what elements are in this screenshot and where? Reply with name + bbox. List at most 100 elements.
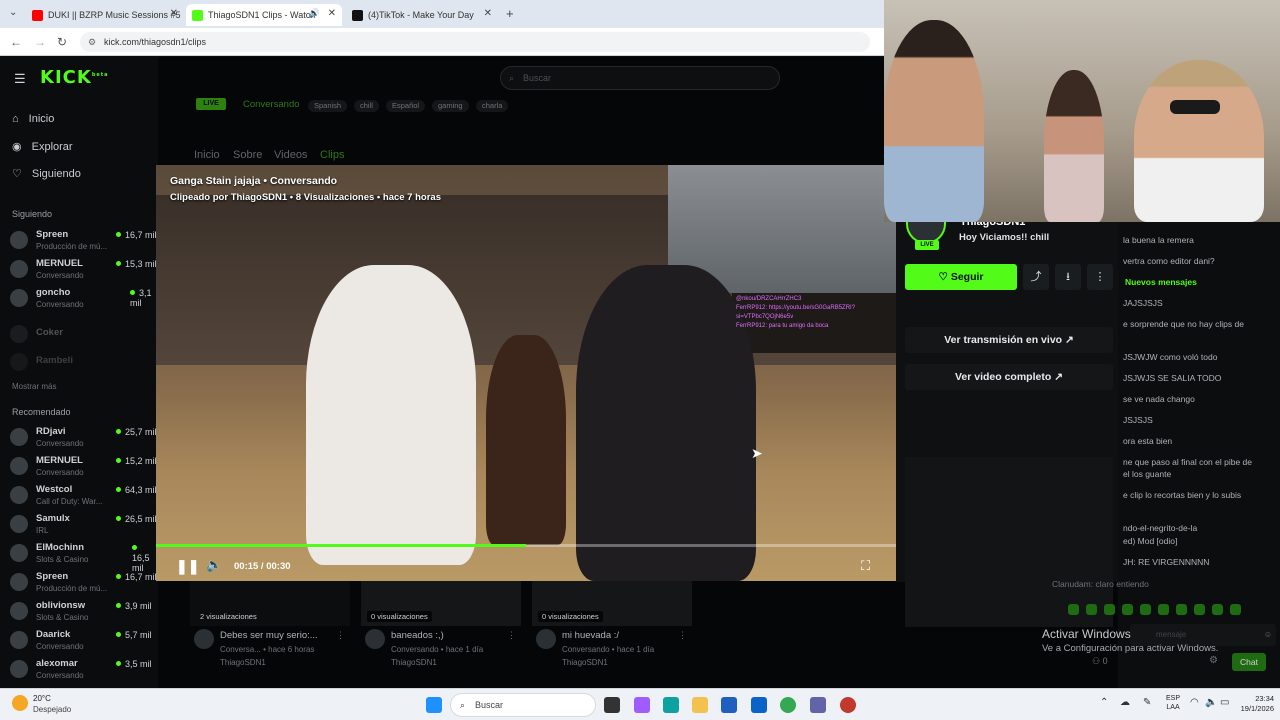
- onedrive-icon[interactable]: ☁: [1120, 697, 1130, 708]
- more-vertical-icon[interactable]: ⋮: [507, 630, 516, 641]
- wifi-icon[interactable]: ◠: [1190, 697, 1199, 708]
- taskbar-search[interactable]: ⌕ Buscar: [450, 693, 596, 717]
- pen-icon[interactable]: ✎: [1143, 697, 1151, 708]
- show-more-link[interactable]: Mostrar más: [12, 382, 56, 391]
- lang-indicator[interactable]: ESP LAA: [1166, 694, 1180, 712]
- clip-thumbnail[interactable]: 0 visualizaciones: [361, 581, 521, 626]
- chrome-icon[interactable]: [780, 697, 796, 713]
- forward-arrow-icon[interactable]: →: [34, 35, 46, 49]
- share-button[interactable]: ⤴: [1023, 264, 1049, 290]
- channel-item-offline[interactable]: Coker: [10, 321, 158, 349]
- tab-sobre[interactable]: Sobre: [233, 149, 262, 161]
- copilot-icon[interactable]: [634, 697, 650, 713]
- video-progress-bar[interactable]: [156, 544, 896, 547]
- more-options-button[interactable]: ⋮: [1087, 264, 1113, 290]
- clock[interactable]: 23:34 19/1/2026: [1238, 694, 1274, 714]
- store-icon[interactable]: [721, 697, 737, 713]
- url-field[interactable]: ⚙ kick.com/thiagosdn1/clips: [80, 32, 870, 52]
- tag-chip[interactable]: Español: [386, 100, 426, 112]
- channel-item-recommended[interactable]: ElMochinn Slots & Casino 16,5 mil: [10, 540, 158, 573]
- close-tab-icon[interactable]: ✕: [484, 8, 492, 19]
- sidebar-nav-explore[interactable]: ◉ Explorar: [12, 140, 73, 154]
- clip-card-author[interactable]: ThiagoSDN1: [562, 658, 608, 667]
- emote-icon[interactable]: [1212, 604, 1223, 615]
- follow-button[interactable]: ♡ Seguir: [905, 264, 1017, 290]
- teams-icon[interactable]: [810, 697, 826, 713]
- close-tab-icon[interactable]: ✕: [170, 8, 178, 19]
- back-arrow-icon[interactable]: ←: [10, 35, 22, 49]
- pause-icon[interactable]: ❚❚: [176, 558, 199, 575]
- channel-item-recommended[interactable]: MERNUEL Conversando 15,2 mil: [10, 453, 158, 481]
- channel-item-recommended[interactable]: Daarick Conversando 5,7 mil: [10, 627, 158, 655]
- more-vertical-icon[interactable]: ⋮: [678, 630, 687, 641]
- tab-clips[interactable]: Clips: [320, 149, 344, 161]
- search-input[interactable]: ⌕ Buscar: [500, 66, 780, 90]
- clip-card-title[interactable]: baneados :,): [391, 630, 444, 641]
- clip-card-title[interactable]: Debes ser muy serio:...: [220, 630, 318, 641]
- tag-chip[interactable]: chill: [354, 100, 379, 112]
- category-link[interactable]: Conversando: [243, 99, 300, 110]
- chat-settings-icon[interactable]: ⚙: [1209, 655, 1218, 666]
- fullscreen-icon[interactable]: ⛶: [861, 558, 870, 574]
- emote-icon[interactable]: [1194, 604, 1205, 615]
- emote-icon[interactable]: [1068, 604, 1079, 615]
- clip-card-author[interactable]: ThiagoSDN1: [391, 658, 437, 667]
- tab-list-dropdown-icon[interactable]: ⌄: [9, 7, 17, 18]
- browser-tab-tiktok[interactable]: (4)TikTok - Make Your Day ✕: [346, 4, 498, 26]
- channel-item-recommended[interactable]: Samulx IRL 26,5 mil: [10, 511, 158, 539]
- clip-video-player[interactable]: Ganga Stain jajaja • Conversando Clipead…: [156, 165, 896, 581]
- tag-chip[interactable]: Spanish: [308, 100, 348, 112]
- emote-icon[interactable]: [1176, 604, 1187, 615]
- tag-chip[interactable]: gaming: [432, 100, 469, 112]
- windows-start-icon[interactable]: [426, 697, 442, 713]
- watch-live-button[interactable]: Ver transmisión en vivo ↗: [905, 327, 1113, 353]
- menu-hamburger-icon[interactable]: ☰: [14, 71, 26, 87]
- volume-icon[interactable]: 🔈: [1205, 697, 1217, 708]
- channel-item-recommended[interactable]: alexomar Conversando 3,5 mil: [10, 656, 158, 684]
- emote-icon[interactable]: [1104, 604, 1115, 615]
- kick-logo[interactable]: KICKbeta: [40, 67, 109, 88]
- new-tab-icon[interactable]: +: [506, 6, 514, 21]
- emote-icon[interactable]: [1158, 604, 1169, 615]
- clip-thumbnail[interactable]: 0 visualizaciones: [532, 581, 692, 626]
- clip-thumbnail[interactable]: 2 visualizaciones: [190, 581, 350, 626]
- sidebar-nav-following[interactable]: ♡ Siguiendo: [12, 167, 81, 181]
- chat-send-button[interactable]: Chat: [1232, 653, 1266, 671]
- emoji-icon[interactable]: ☺: [1264, 624, 1272, 646]
- volume-icon[interactable]: 🔈: [206, 557, 222, 573]
- tab-inicio[interactable]: Inicio: [194, 149, 220, 161]
- channel-item-recommended[interactable]: RDjavi Conversando 25,7 mil: [10, 424, 158, 452]
- emote-icon[interactable]: [1230, 604, 1241, 615]
- channel-item-recommended[interactable]: Westcol Call of Duty: War... 64,3 mil: [10, 482, 158, 510]
- emote-icon[interactable]: [1086, 604, 1097, 615]
- channel-item-goncho[interactable]: goncho Conversando 3,1 mil: [10, 285, 158, 313]
- app-icon[interactable]: [840, 697, 856, 713]
- tray-chevron-icon[interactable]: ⌃: [1100, 697, 1108, 708]
- channel-item-offline[interactable]: Rambeli: [10, 349, 158, 377]
- audio-playing-icon[interactable]: 🔊: [309, 8, 320, 19]
- sidebar-nav-home[interactable]: ⌂ Inicio: [12, 113, 54, 125]
- weather-sun-icon[interactable]: [12, 695, 28, 711]
- outlook-icon[interactable]: [751, 697, 767, 713]
- reload-icon[interactable]: ↻: [57, 35, 67, 49]
- more-vertical-icon[interactable]: ⋮: [336, 630, 345, 641]
- emote-icon[interactable]: [1140, 604, 1151, 615]
- clip-card-title[interactable]: mi huevada :/: [562, 630, 619, 641]
- download-button[interactable]: ⭳: [1055, 264, 1081, 290]
- tag-chip[interactable]: charla: [476, 100, 509, 112]
- browser-tab-kick[interactable]: ThiagoSDN1 Clips - Watch 🔊 ✕: [186, 4, 342, 26]
- battery-icon[interactable]: ▭: [1220, 697, 1229, 708]
- weather-temp[interactable]: 20°C: [33, 694, 51, 703]
- site-info-icon[interactable]: ⚙: [88, 32, 96, 52]
- channel-item-recommended[interactable]: Spreen Producción de mú... 16,7 mil: [10, 569, 158, 597]
- browser-tab-youtube[interactable]: DUKI || BZRP Music Sessions #5 ✕: [26, 4, 184, 26]
- channel-item-mernuel[interactable]: MERNUEL Conversando 15,3 mil: [10, 256, 158, 284]
- file-explorer-icon[interactable]: [692, 697, 708, 713]
- emote-icon[interactable]: [1122, 604, 1133, 615]
- channel-item-spreen[interactable]: Spreen Producción de mú... 16,7 mil: [10, 227, 158, 255]
- clip-card-author[interactable]: ThiagoSDN1: [220, 658, 266, 667]
- tab-videos[interactable]: Videos: [274, 149, 307, 161]
- task-view-icon[interactable]: [604, 697, 620, 713]
- emote-bar[interactable]: [1068, 604, 1268, 618]
- close-tab-icon[interactable]: ✕: [328, 8, 336, 19]
